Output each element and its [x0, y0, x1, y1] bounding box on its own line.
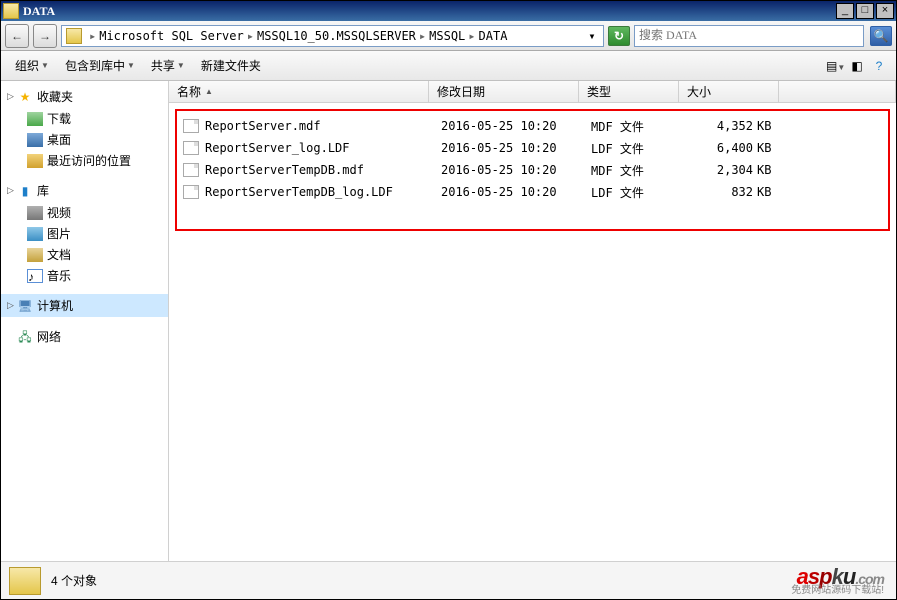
preview-pane-button[interactable]: ◧	[848, 57, 866, 75]
address-bar: ← → ▸ Microsoft SQL Server ▸ MSSQL10_50.…	[1, 21, 896, 51]
column-spacer	[779, 81, 896, 102]
computer-icon: 🖥	[17, 298, 33, 314]
forward-button[interactable]: →	[33, 24, 57, 48]
column-size[interactable]: 大小	[679, 81, 779, 102]
column-header-row: 名称▲ 修改日期 类型 大小	[169, 81, 896, 103]
file-icon	[183, 119, 199, 133]
breadcrumb-sep: ▸	[247, 29, 254, 43]
breadcrumb-sep: ▸	[468, 29, 475, 43]
content-area: ▷★收藏夹 下载 桌面 最近访问的位置 ▷▮库 视频 图片 文档 ♪音乐 ▷🖥计…	[1, 81, 896, 561]
sidebar-network[interactable]: 🖧网络	[1, 325, 168, 348]
breadcrumb-sep: ▸	[89, 29, 96, 43]
video-icon	[27, 206, 43, 220]
sidebar-computer[interactable]: ▷🖥计算机	[1, 294, 168, 317]
sidebar-item-desktop[interactable]: 桌面	[1, 129, 168, 150]
folder-icon	[9, 567, 41, 595]
sidebar-item-videos[interactable]: 视频	[1, 202, 168, 223]
breadcrumb-item[interactable]: Microsoft SQL Server	[99, 29, 244, 43]
maximize-button[interactable]: □	[856, 3, 874, 19]
music-icon: ♪	[27, 269, 43, 283]
back-button[interactable]: ←	[5, 24, 29, 48]
refresh-button[interactable]: ↻	[608, 26, 630, 46]
search-input[interactable]	[635, 26, 863, 46]
folder-icon	[3, 3, 19, 19]
status-count: 4 个对象	[51, 572, 97, 589]
view-options-button[interactable]: ▤▼	[826, 57, 844, 75]
file-icon	[183, 185, 199, 199]
sidebar-favorites[interactable]: ▷★收藏夹	[1, 85, 168, 108]
titlebar: DATA _ □ ×	[1, 1, 896, 21]
address-dropdown[interactable]: ▾	[585, 29, 599, 43]
toolbar: 组织▼ 包含到库中▼ 共享▼ 新建文件夹 ▤▼ ◧ ?	[1, 51, 896, 81]
file-row[interactable]: ReportServerTempDB_log.LDF2016-05-25 10:…	[177, 181, 888, 203]
help-button[interactable]: ?	[870, 57, 888, 75]
search-button[interactable]: 🔍	[870, 26, 892, 46]
file-icon	[183, 141, 199, 155]
star-icon: ★	[17, 89, 33, 105]
window-buttons: _ □ ×	[836, 3, 894, 19]
window-title: DATA	[23, 4, 836, 19]
newfolder-button[interactable]: 新建文件夹	[195, 53, 267, 78]
breadcrumb-item[interactable]: DATA	[479, 29, 508, 43]
organize-menu[interactable]: 组织▼	[9, 53, 55, 78]
breadcrumb[interactable]: ▸ Microsoft SQL Server ▸ MSSQL10_50.MSSQ…	[61, 25, 604, 47]
network-icon: 🖧	[17, 329, 33, 345]
sidebar-item-downloads[interactable]: 下载	[1, 108, 168, 129]
column-type[interactable]: 类型	[579, 81, 679, 102]
file-list-pane: 名称▲ 修改日期 类型 大小 ReportServer.mdf2016-05-2…	[169, 81, 896, 561]
minimize-button[interactable]: _	[836, 3, 854, 19]
sidebar-item-documents[interactable]: 文档	[1, 244, 168, 265]
picture-icon	[27, 227, 43, 241]
file-list: ReportServer.mdf2016-05-25 10:20MDF 文件4,…	[175, 109, 890, 231]
close-button[interactable]: ×	[876, 3, 894, 19]
sidebar-item-recent[interactable]: 最近访问的位置	[1, 150, 168, 171]
sidebar-item-pictures[interactable]: 图片	[1, 223, 168, 244]
file-icon	[183, 163, 199, 177]
file-row[interactable]: ReportServer.mdf2016-05-25 10:20MDF 文件4,…	[177, 115, 888, 137]
file-row[interactable]: ReportServerTempDB.mdf2016-05-25 10:20MD…	[177, 159, 888, 181]
breadcrumb-item[interactable]: MSSQL	[429, 29, 465, 43]
breadcrumb-item[interactable]: MSSQL10_50.MSSQLSERVER	[257, 29, 416, 43]
status-bar: 4 个对象 aspku.com 免费网站源码下载站!	[1, 561, 896, 599]
nav-sidebar: ▷★收藏夹 下载 桌面 最近访问的位置 ▷▮库 视频 图片 文档 ♪音乐 ▷🖥计…	[1, 81, 169, 561]
watermark: aspku.com 免费网站源码下载站!	[791, 571, 884, 597]
sidebar-item-music[interactable]: ♪音乐	[1, 265, 168, 286]
sidebar-libraries[interactable]: ▷▮库	[1, 179, 168, 202]
desktop-icon	[27, 133, 43, 147]
folder-icon	[66, 28, 82, 44]
file-row[interactable]: ReportServer_log.LDF2016-05-25 10:20LDF …	[177, 137, 888, 159]
recent-icon	[27, 154, 43, 168]
document-icon	[27, 248, 43, 262]
library-icon: ▮	[17, 183, 33, 199]
column-date[interactable]: 修改日期	[429, 81, 579, 102]
include-menu[interactable]: 包含到库中▼	[59, 53, 141, 78]
share-menu[interactable]: 共享▼	[145, 53, 191, 78]
search-field[interactable]	[634, 25, 864, 47]
download-icon	[27, 112, 43, 126]
column-name[interactable]: 名称▲	[169, 81, 429, 102]
breadcrumb-sep: ▸	[419, 29, 426, 43]
